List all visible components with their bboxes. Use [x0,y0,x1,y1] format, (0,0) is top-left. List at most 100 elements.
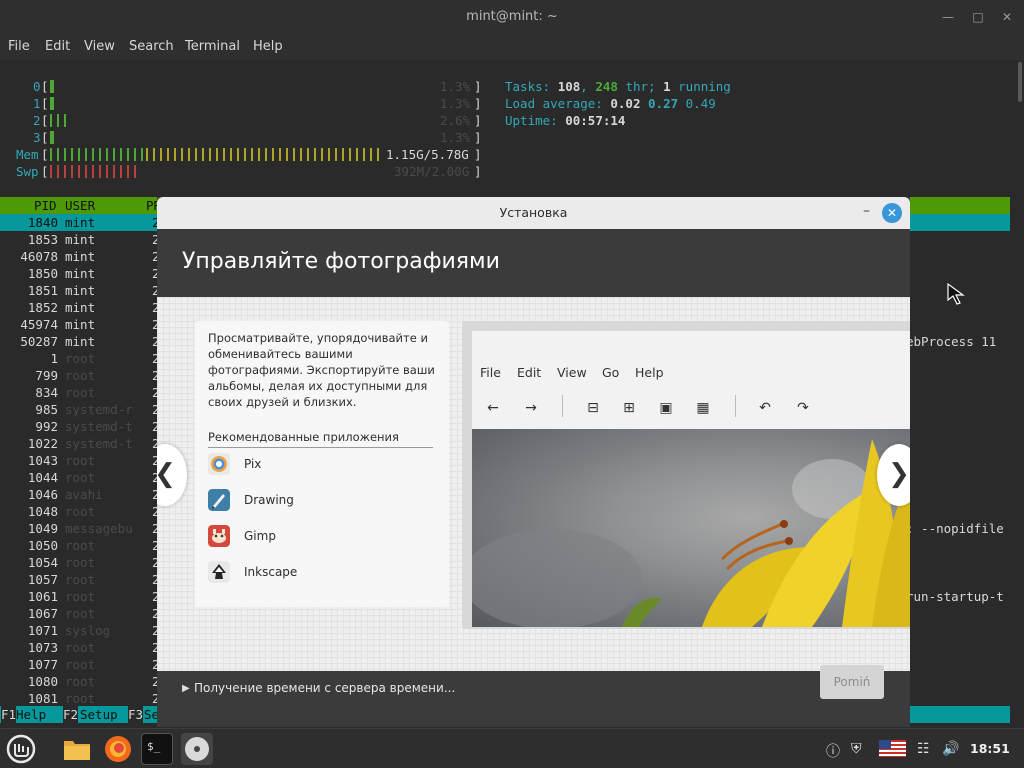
keyboard-layout-flag-icon[interactable] [879,740,906,757]
process-pid[interactable]: 1853 [0,231,58,248]
process-pid[interactable]: 1046 [0,486,58,503]
process-user[interactable]: avahi [65,486,103,503]
process-user[interactable]: mint [65,299,95,316]
update-manager-icon[interactable]: ⓘ [826,741,840,761]
process-pid[interactable]: 1057 [0,571,58,588]
dialog-titlebar[interactable]: Установка – ✕ [157,197,910,229]
menu-file[interactable]: File [8,39,30,54]
process-user[interactable]: mint [65,248,95,265]
menu-search[interactable]: Search [129,39,174,54]
uptime-label: Uptime: [505,113,558,128]
process-pid[interactable]: 1043 [0,452,58,469]
process-pid[interactable]: 1054 [0,554,58,571]
terminal-scrollbar[interactable] [1018,62,1022,102]
process-user[interactable]: root [65,350,95,367]
col-user[interactable]: USER [65,197,95,214]
process-pid[interactable]: 1840 [0,214,58,231]
process-user[interactable]: root [65,554,95,571]
app-label: Pix [244,457,262,471]
process-pid[interactable]: 1067 [0,605,58,622]
files-icon[interactable] [61,733,93,765]
process-pid[interactable]: 1851 [0,282,58,299]
process-user[interactable]: mint [65,316,95,333]
process-pid[interactable]: 985 [0,401,58,418]
process-user[interactable]: root [65,656,95,673]
expander-arrow-icon[interactable]: ▶ [182,683,190,694]
fkey-setup[interactable]: Setup [80,706,128,723]
disc-icon[interactable] [181,733,213,765]
process-pid[interactable]: 1044 [0,469,58,486]
menu-icon[interactable] [5,733,37,765]
process-user[interactable]: syslog [65,622,110,639]
fkey-help[interactable]: Help [16,706,63,723]
process-user[interactable]: mint [65,265,95,282]
screenshot-menu-file: File [480,365,501,380]
tasks-line: Tasks: 108, 248 thr; 1 running [505,78,731,95]
process-user[interactable]: root [65,673,95,690]
process-pid[interactable]: 45974 [0,316,58,333]
process-user[interactable]: root [65,384,95,401]
process-user[interactable]: systemd-r [65,401,133,418]
process-pid[interactable]: 1061 [0,588,58,605]
network-icon[interactable]: ☷ [917,741,930,757]
menu-view[interactable]: View [84,39,115,54]
firefox-icon[interactable] [102,733,134,765]
menu-help[interactable]: Help [253,39,283,54]
process-user[interactable]: root [65,639,95,656]
process-pid[interactable]: 1048 [0,503,58,520]
process-pid[interactable]: 1050 [0,537,58,554]
minimize-icon[interactable]: — [940,9,956,25]
process-pid[interactable]: 834 [0,384,58,401]
process-user[interactable]: messagebu [65,520,133,537]
slide-content: Просматривайте, упорядочивайте и обменив… [157,297,910,671]
skip-button[interactable]: Pomiń [820,665,884,699]
process-pid[interactable]: 1049 [0,520,58,537]
maximize-icon[interactable]: □ [970,9,986,25]
minimize-icon[interactable]: – [863,203,870,219]
process-pid[interactable]: 50287 [0,333,58,350]
process-user[interactable]: root [65,571,95,588]
clock[interactable]: 18:51 [970,741,1010,756]
process-user[interactable]: root [65,503,95,520]
tasks-sep: , [580,79,596,94]
terminal-titlebar[interactable]: mint@mint: ~ — □ ✕ [0,0,1024,34]
process-pid[interactable]: 1071 [0,622,58,639]
terminal-icon[interactable]: $_ [141,733,173,765]
volume-icon[interactable]: 🔊 [942,741,959,757]
previous-slide-button[interactable]: ❮ [157,444,187,506]
swp-bar [50,165,136,178]
process-pid[interactable]: 1850 [0,265,58,282]
process-user[interactable]: root [65,690,95,707]
process-pid[interactable]: 992 [0,418,58,435]
menu-edit[interactable]: Edit [45,39,70,54]
process-pid[interactable]: 1081 [0,690,58,707]
process-pid[interactable]: 1077 [0,656,58,673]
process-user[interactable]: root [65,537,95,554]
process-pid[interactable]: 1 [0,350,58,367]
shield-icon[interactable]: ⛨ [851,741,862,757]
process-user[interactable]: systemd-t [65,418,133,435]
lily-photo [472,429,910,627]
swp-label: Swp [16,164,39,179]
close-icon[interactable]: ✕ [882,203,902,223]
process-user[interactable]: root [65,452,95,469]
process-user[interactable]: root [65,605,95,622]
process-user[interactable]: mint [65,333,95,350]
process-pid[interactable]: 1022 [0,435,58,452]
process-user[interactable]: systemd-t [65,435,133,452]
col-pid[interactable]: PID [34,197,57,214]
process-user[interactable]: mint [65,231,95,248]
process-pid[interactable]: 1852 [0,299,58,316]
process-pid[interactable]: 799 [0,367,58,384]
process-pid[interactable]: 46078 [0,248,58,265]
status-text[interactable]: Получение времени с сервера времени... [194,681,455,695]
process-user[interactable]: root [65,588,95,605]
process-pid[interactable]: 1080 [0,673,58,690]
process-user[interactable]: mint [65,282,95,299]
process-user[interactable]: root [65,367,95,384]
close-icon[interactable]: ✕ [999,9,1015,25]
process-user[interactable]: root [65,469,95,486]
process-user[interactable]: mint [65,214,95,231]
process-pid[interactable]: 1073 [0,639,58,656]
menu-terminal[interactable]: Terminal [185,39,240,54]
